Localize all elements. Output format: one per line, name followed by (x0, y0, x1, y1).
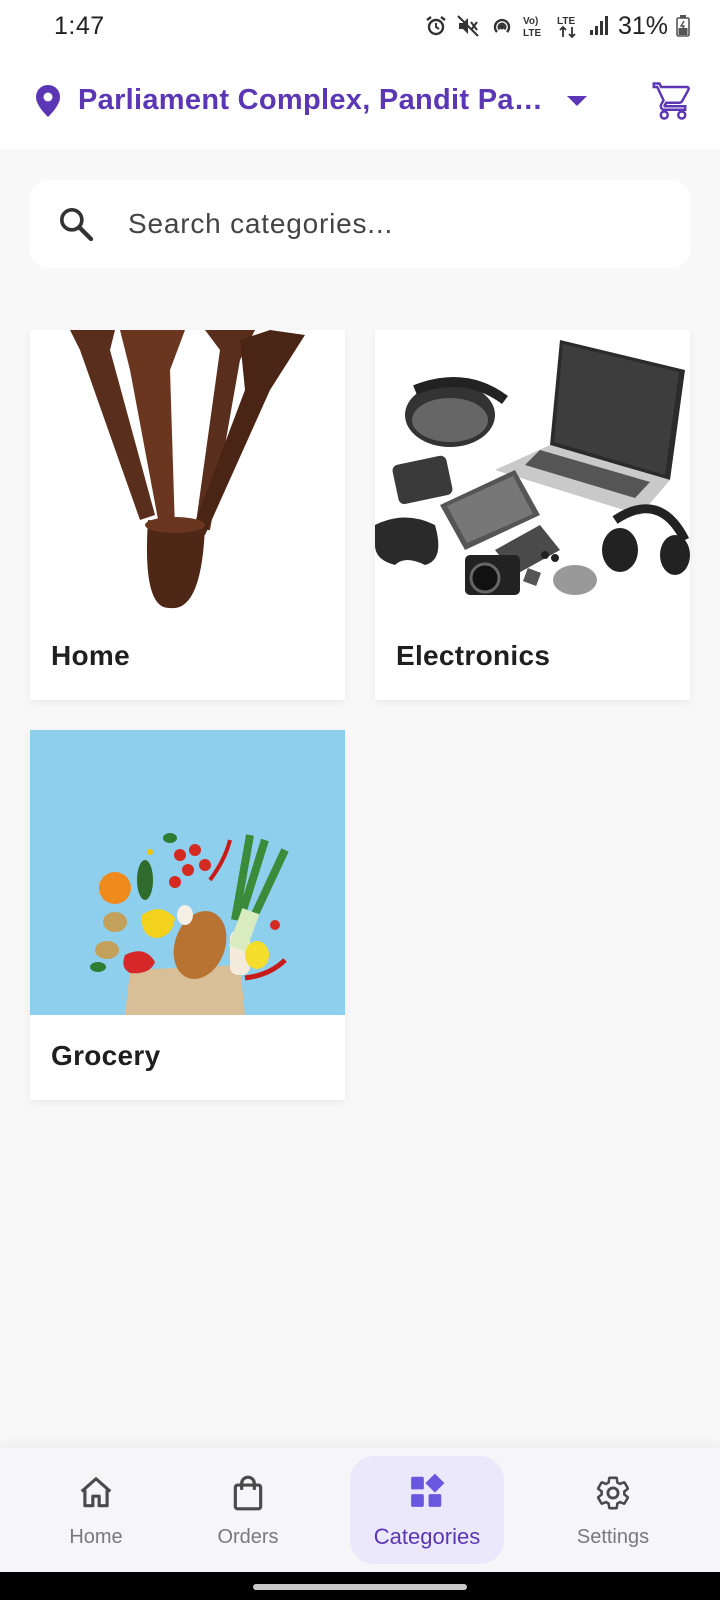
mute-icon (456, 14, 482, 38)
category-card-electronics[interactable]: Electronics (375, 330, 690, 700)
delivery-location[interactable]: Parliament Complex, Pandit Pant Marg (78, 84, 548, 117)
grocery-category-image (30, 730, 345, 1015)
app-bar: Parliament Complex, Pandit Pant Marg (0, 52, 720, 149)
categories-icon (408, 1470, 446, 1512)
category-label: Home (51, 640, 130, 671)
search-icon (56, 204, 96, 244)
svg-text:Vo): Vo) (523, 16, 538, 27)
dropdown-arrow-icon[interactable] (566, 94, 588, 108)
nav-label: Home (69, 1525, 123, 1548)
electronics-category-image (375, 330, 690, 615)
system-gesture-bar (0, 1572, 720, 1600)
status-time: 1:47 (54, 11, 105, 40)
search-bar[interactable] (30, 180, 690, 268)
volte-icon: Vo) LTE (522, 13, 548, 39)
nav-item-orders[interactable]: Orders (188, 1448, 308, 1572)
signal-icon (588, 15, 610, 37)
category-card-grocery[interactable]: Grocery (30, 730, 345, 1100)
nav-label: Categories (373, 1524, 481, 1549)
bottom-navigation: Home Orders Categories Settings (0, 1448, 720, 1572)
nav-item-categories[interactable]: Categories (350, 1456, 504, 1564)
nav-label: Settings (576, 1525, 650, 1548)
alarm-icon (424, 14, 448, 38)
svg-text:LTE: LTE (557, 16, 575, 27)
gear-icon (594, 1472, 632, 1514)
status-bar: 1:47 Vo) LTE LTE 31% (0, 0, 720, 52)
home-icon (77, 1472, 115, 1514)
category-card-home[interactable]: Home (30, 330, 345, 700)
category-label: Grocery (51, 1040, 161, 1071)
battery-percent: 31% (617, 11, 668, 40)
category-label: Electronics (396, 640, 551, 671)
battery-charging-icon (676, 15, 690, 37)
lte-icon: LTE (556, 13, 580, 39)
cart-icon[interactable] (652, 80, 694, 122)
shopping-bag-icon (229, 1472, 267, 1514)
search-input[interactable] (128, 208, 648, 240)
hotspot-icon (490, 14, 514, 38)
home-gesture-handle[interactable] (253, 1584, 467, 1590)
location-pin-icon[interactable] (34, 84, 62, 118)
home-category-image (30, 330, 345, 615)
nav-item-home[interactable]: Home (36, 1448, 156, 1572)
status-icons: Vo) LTE LTE 31% (424, 12, 690, 41)
nav-label: Orders (217, 1525, 279, 1548)
nav-item-settings[interactable]: Settings (553, 1448, 673, 1572)
svg-text:LTE: LTE (523, 28, 541, 39)
